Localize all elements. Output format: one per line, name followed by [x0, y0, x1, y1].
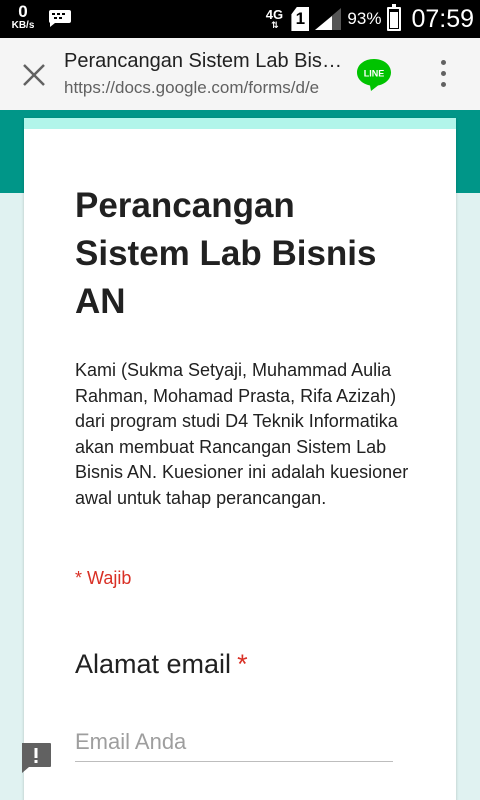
network-speed: 0 KB/s	[8, 3, 38, 31]
page-url: https://docs.google.com/forms/d/e	[64, 78, 320, 97]
battery-icon	[387, 4, 402, 31]
browser-toolbar: Perancangan Sistem Lab Bisnis AN https:/…	[0, 38, 480, 110]
battery-percentage: 93%	[347, 9, 382, 28]
feedback-icon[interactable]	[20, 742, 52, 774]
menu-dot	[441, 60, 446, 65]
signal-strength-icon	[315, 8, 342, 30]
card-accent-stripe	[24, 118, 456, 129]
close-icon[interactable]	[14, 54, 54, 94]
line-label: LINE	[364, 69, 385, 79]
sim-icon: 1	[291, 7, 310, 31]
clock: 07:59	[411, 4, 474, 33]
network-speed-value: 0	[18, 2, 28, 21]
status-bar: 0 KB/s 4G ⇅ 1 93% 07:59	[0, 0, 480, 38]
form-title: Perancangan Sistem Lab Bisnis AN	[75, 186, 377, 321]
menu-dot	[441, 82, 446, 87]
menu-dot	[441, 71, 446, 76]
email-input[interactable]	[75, 722, 393, 762]
required-asterisk: *	[237, 649, 248, 679]
form-card: Perancangan Sistem Lab Bisnis AN Kami (S…	[24, 118, 456, 800]
network-speed-unit: KB/s	[11, 20, 35, 31]
data-arrows-icon: ⇅	[271, 20, 279, 30]
network-type-icon: 4G ⇅	[263, 8, 285, 30]
bbm-notification-icon	[48, 10, 71, 27]
question-label: Alamat email	[75, 649, 232, 679]
form-description: Kami (Sukma Setyaji, Muhammad Aulia Rahm…	[75, 360, 409, 508]
sim-slot-label: 1	[295, 9, 306, 28]
required-note: * Wajib	[75, 568, 132, 588]
more-options-icon[interactable]	[428, 56, 460, 92]
question-title: Alamat email *	[75, 649, 248, 680]
page-title: Perancangan Sistem Lab Bisnis AN	[64, 50, 344, 72]
line-share-icon[interactable]: LINE	[356, 56, 392, 92]
